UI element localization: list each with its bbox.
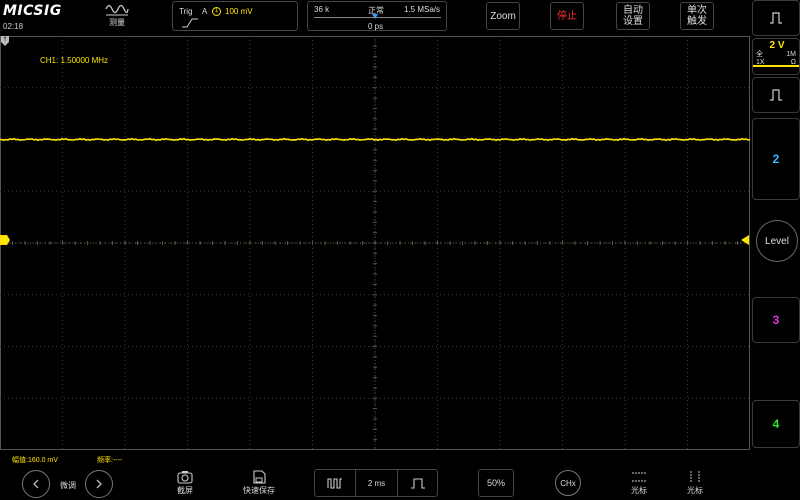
timebase-control: 2 ms <box>314 469 438 497</box>
ch1-marker-icon <box>0 235 10 245</box>
horizontal-cursor-button[interactable]: 光标 <box>624 470 654 496</box>
save-file-icon <box>253 470 266 484</box>
trigger-source: A <box>202 7 208 16</box>
rising-edge-icon <box>182 18 198 28</box>
ch1-offset-marker[interactable] <box>0 235 10 245</box>
memory-depth: 36 k <box>314 5 330 14</box>
ch2-label: 2 <box>772 152 780 166</box>
run-stop-button[interactable]: 停止 <box>550 2 584 30</box>
pulse-mode-button[interactable] <box>752 77 800 113</box>
screenshot-button[interactable]: 截屏 <box>170 470 200 496</box>
single-trigger-button[interactable]: 单次 触发 <box>680 2 714 30</box>
timebase-increase-button[interactable] <box>398 470 438 496</box>
trigger-level-knob[interactable]: Level <box>756 220 798 262</box>
chevron-left-icon <box>33 479 39 489</box>
frequency-measurement: 频率:---- <box>97 457 123 464</box>
bottom-bar: 微调 截屏 快速保存 2 ms 50% CHx 光标 光标 <box>0 467 752 500</box>
trigger-level: 100 mV <box>225 7 253 16</box>
ch3-label: 3 <box>772 313 780 327</box>
vertical-cursor-icon <box>690 471 700 483</box>
horizontal-cursor-icon <box>632 472 646 482</box>
quick-save-label: 快速保存 <box>243 486 275 495</box>
zoom-button[interactable]: Zoom <box>486 2 520 30</box>
cursor-h-label: 光标 <box>631 486 647 495</box>
fine-adjust-label: 微调 <box>60 481 76 490</box>
chevron-right-icon <box>96 479 102 489</box>
wide-pulse-icon <box>411 478 425 489</box>
vertical-cursor-button[interactable]: 光标 <box>680 470 710 496</box>
amplitude-measurement: 幅值:160.0 mV <box>12 457 58 464</box>
ch1-settings-button[interactable]: 2 V 全 1X 1M Ω <box>752 38 800 75</box>
horizontal-position: 0 ps <box>368 22 384 31</box>
brand-logo: MICSIG <box>3 3 62 19</box>
trigger-level-marker[interactable] <box>739 235 749 245</box>
trigger-channel-badge: 1 <box>212 7 221 16</box>
camera-icon <box>177 471 193 484</box>
acquisition-panel[interactable]: 36 k 正常 1.5 MSa/s 0 ps <box>307 1 447 31</box>
sine-wave-icon <box>105 4 129 16</box>
ch4-button[interactable]: 4 <box>752 400 800 448</box>
clock: 02:18 <box>3 22 24 31</box>
fine-left-button[interactable] <box>22 470 50 498</box>
channel-frequency-readout: CH1: 1.50000 MHz <box>40 56 109 65</box>
pulse-icon <box>770 12 782 24</box>
trigger-level-arrow-icon <box>741 235 749 245</box>
top-bar: MICSIG 02:18 测量 Trig A 1 100 mV 36 k 正常 … <box>0 0 800 34</box>
measure-button[interactable]: 测量 <box>100 2 134 32</box>
auto-setup-button[interactable]: 自动 设置 <box>616 2 650 30</box>
fine-right-button[interactable] <box>85 470 113 498</box>
ch3-button[interactable]: 3 <box>752 297 800 343</box>
dense-pulse-icon <box>327 478 342 489</box>
trigger-panel[interactable]: Trig A 1 100 mV <box>172 1 298 31</box>
pulse-type-button[interactable] <box>752 0 800 36</box>
cursor-v-label: 光标 <box>687 486 703 495</box>
ch1-color-bar <box>753 65 799 67</box>
ch4-label: 4 <box>772 417 780 431</box>
ch1-scale: 2 V <box>769 40 785 51</box>
timebase-value: 2 ms <box>367 478 386 488</box>
fifty-percent-button[interactable]: 50% <box>478 469 514 497</box>
ch1-trace <box>0 137 750 142</box>
screenshot-label: 截屏 <box>177 486 193 495</box>
timebase-decrease-button[interactable] <box>315 470 355 496</box>
measure-label: 测量 <box>109 18 125 27</box>
trigger-label: Trig <box>179 7 193 16</box>
ch2-button[interactable]: 2 <box>752 118 800 200</box>
waveform-display[interactable]: CH1: 1.50000 MHz T <box>0 36 750 450</box>
trigger-position-marker <box>372 14 378 19</box>
graticule <box>0 36 750 450</box>
pulse-icon <box>770 89 782 101</box>
quick-save-button[interactable]: 快速保存 <box>238 470 280 496</box>
sample-rate: 1.5 MSa/s <box>403 5 440 14</box>
trigger-time-marker-icon: T <box>1 36 9 46</box>
chx-button[interactable]: CHx <box>555 470 581 496</box>
